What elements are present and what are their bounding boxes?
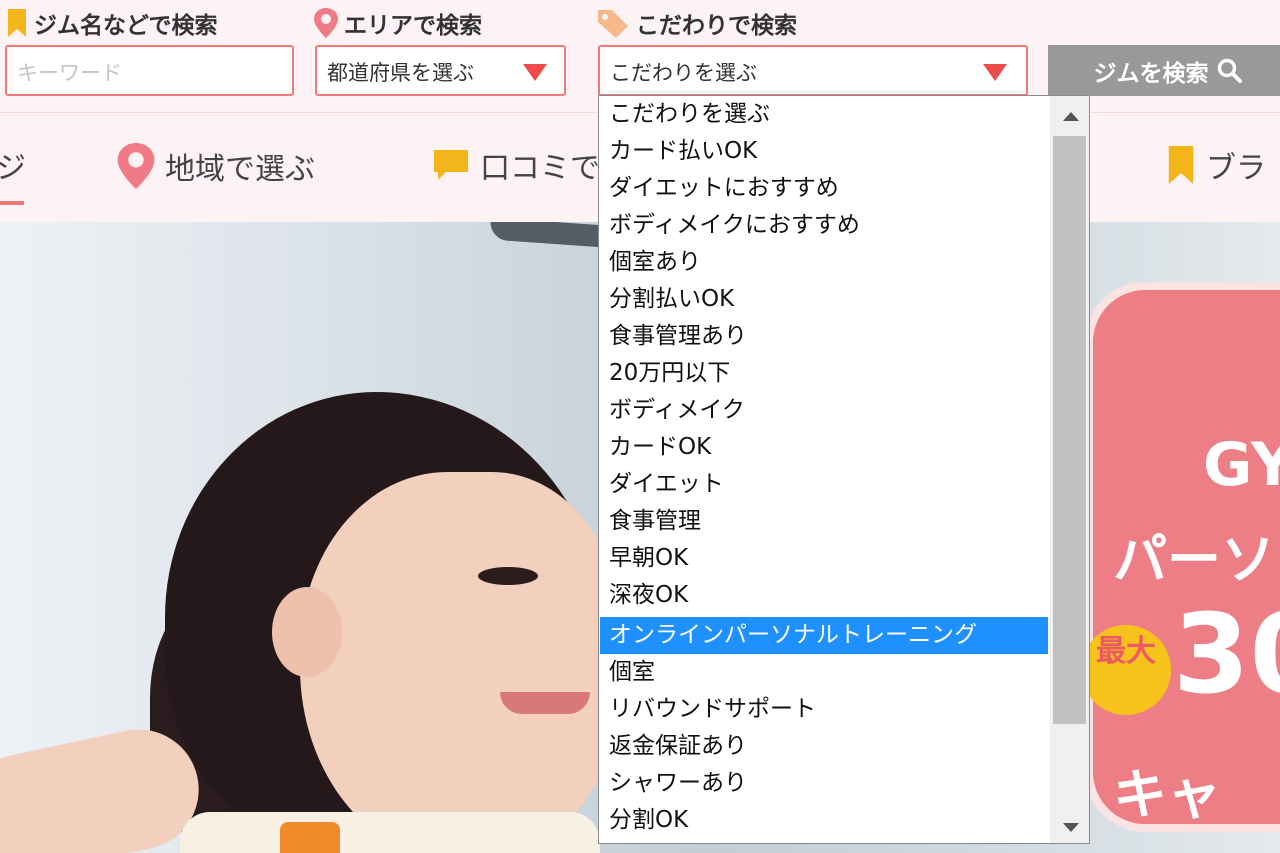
chevron-down-icon [523, 64, 547, 81]
promo-card[interactable]: GY パーソ 最大 30 キャ [1081, 282, 1280, 832]
dropdown-option[interactable]: 早朝OK [600, 540, 1048, 577]
keyword-label-text: ジム名などで検索 [34, 13, 218, 39]
keyword-search-label: ジム名などで検索 [6, 6, 218, 40]
map-pin-icon [314, 8, 338, 38]
feature-select[interactable]: こだわりを選ぶ [598, 45, 1028, 96]
dropdown-option[interactable]: カード払いOK [600, 133, 1048, 170]
nav-item-label: 口コミで [480, 151, 600, 186]
dropdown-option[interactable]: 個室 [600, 654, 1048, 691]
nav-item-reviews[interactable]: 口コミで [432, 143, 600, 187]
dropdown-option[interactable]: 個室あり [600, 244, 1048, 281]
dropdown-option[interactable]: 返金保証あり [600, 728, 1048, 765]
bookmark-icon [1168, 146, 1194, 184]
dropdown-option[interactable]: 食事管理 [600, 503, 1048, 540]
dropdown-option[interactable]: ダイエット [600, 466, 1048, 503]
hero-photo-detail [180, 812, 600, 853]
dropdown-option[interactable]: 20万円以下 [600, 355, 1048, 392]
map-pin-icon [117, 143, 155, 189]
scrollbar-thumb[interactable] [1053, 136, 1086, 724]
promo-line-1: GY [1203, 430, 1280, 500]
area-select-value: 都道府県を選ぶ [327, 61, 474, 85]
dropdown-scrollbar[interactable] [1050, 96, 1089, 843]
nav-item-label: 地域で選ぶ [165, 152, 315, 187]
gym-search-button[interactable]: ジムを検索 [1048, 45, 1280, 96]
search-icon [1217, 58, 1242, 83]
dropdown-option[interactable]: ボディメイク [600, 392, 1048, 429]
promo-line-4: キャ [1113, 763, 1221, 826]
dropdown-option[interactable]: カードOK [600, 429, 1048, 466]
nav-active-indicator [0, 201, 24, 205]
area-label-text: エリアで検索 [344, 13, 482, 39]
dropdown-option[interactable]: 深夜OK [600, 577, 1048, 614]
search-button-label: ジムを検索 [1093, 60, 1209, 87]
hero-photo-person [300, 472, 620, 853]
chat-bubble-icon [434, 150, 468, 180]
dropdown-option-highlighted[interactable]: オンラインパーソナルトレーニング [600, 617, 1048, 654]
bookmark-icon [8, 9, 26, 37]
feature-dropdown-list[interactable]: こだわりを選ぶ カード払いOK ダイエットにおすすめ ボディメイクにおすすめ 個… [598, 95, 1090, 844]
dropdown-option[interactable]: 分割OK [600, 802, 1048, 839]
hero-photo-detail [272, 587, 342, 677]
area-search-label: エリアで検索 [314, 6, 482, 40]
dropdown-option[interactable]: シャワーあり [600, 765, 1048, 802]
area-select[interactable]: 都道府県を選ぶ [315, 45, 566, 96]
nav-item-region[interactable]: 地域で選ぶ [117, 143, 315, 189]
keyword-placeholder: キーワード [17, 61, 122, 85]
nav-item-label: ブラ [1206, 151, 1266, 186]
promo-badge: 最大 [1081, 625, 1171, 715]
dropdown-option[interactable]: ボディメイクにおすすめ [600, 207, 1048, 244]
dropdown-option[interactable]: リバウンドサポート [600, 691, 1048, 728]
nav-item-current[interactable]: ジ [0, 143, 26, 187]
dropdown-option[interactable]: ダイエットにおすすめ [600, 170, 1048, 207]
scroll-down-arrow-icon[interactable] [1063, 823, 1079, 832]
dropdown-option[interactable]: 分割払いOK [600, 281, 1048, 318]
feature-search-label: こだわりで検索 [596, 6, 797, 40]
nav-item-brand[interactable]: ブラ [1166, 143, 1266, 187]
promo-line-2: パーソ [1113, 528, 1275, 591]
keyword-input[interactable]: キーワード [5, 45, 294, 96]
chevron-down-icon [983, 64, 1007, 81]
hero-photo-detail [500, 692, 590, 714]
nav-item-label: ジ [0, 151, 26, 186]
feature-select-value: こだわりを選ぶ [610, 61, 757, 85]
dropdown-option[interactable]: 食事管理あり [600, 318, 1048, 355]
tag-icon [598, 10, 628, 38]
hero-photo-detail [280, 822, 340, 853]
promo-number: 30 [1173, 590, 1280, 718]
dropdown-option[interactable]: こだわりを選ぶ [600, 96, 1048, 133]
feature-label-text: こだわりで検索 [636, 13, 797, 39]
hero-photo-detail [478, 567, 538, 585]
scroll-up-arrow-icon[interactable] [1063, 112, 1079, 121]
